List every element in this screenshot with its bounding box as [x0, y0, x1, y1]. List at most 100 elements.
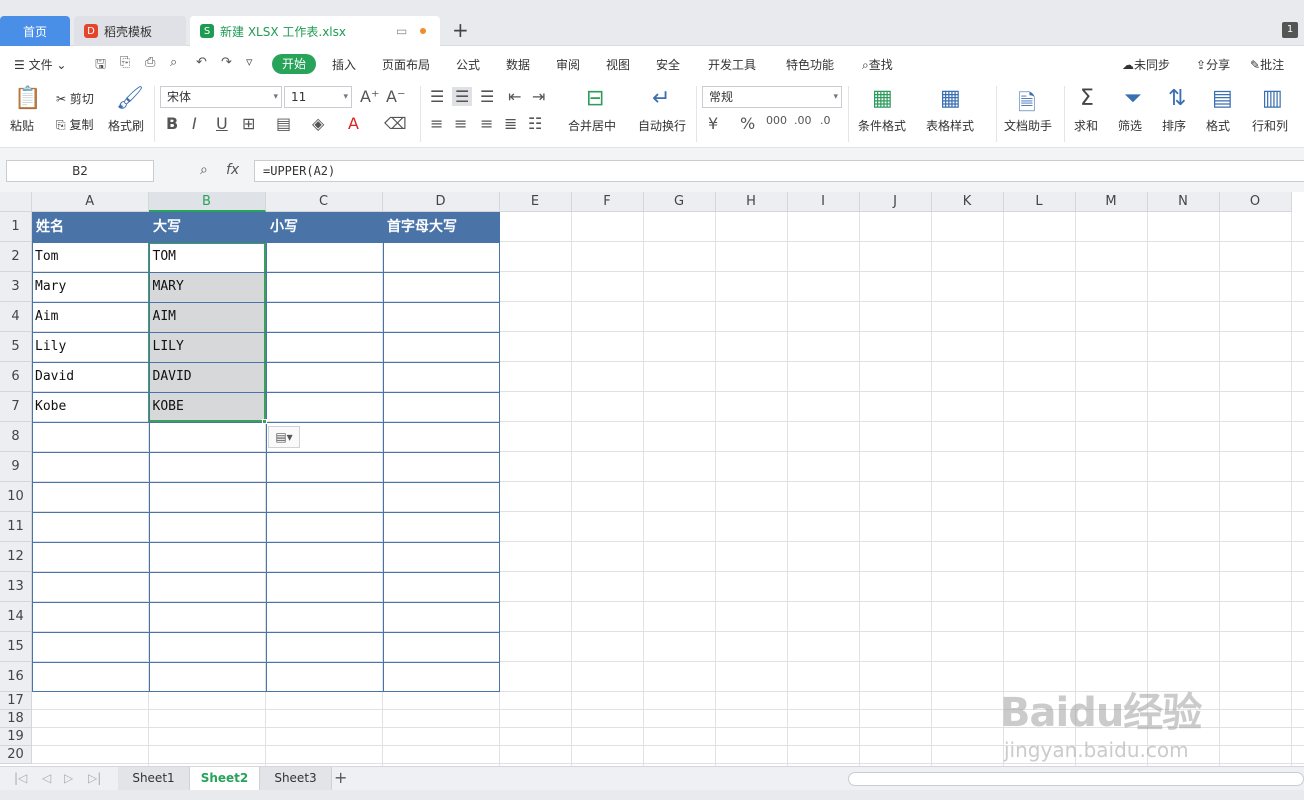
column-header-i[interactable]: I: [787, 192, 860, 212]
row-header-13[interactable]: 13: [0, 572, 32, 602]
horizontal-scrollbar[interactable]: [848, 772, 1304, 786]
conditional-format-button[interactable]: 条件格式: [858, 117, 906, 134]
cell-name[interactable]: Lily: [33, 332, 147, 362]
cell-name[interactable]: Mary: [33, 272, 147, 302]
select-all-corner[interactable]: [0, 192, 32, 212]
add-sheet-icon[interactable]: +: [334, 768, 347, 787]
wrap-button[interactable]: 自动换行: [638, 117, 686, 134]
increase-font-icon[interactable]: A⁺: [360, 87, 379, 106]
sync-button[interactable]: ☁未同步: [1122, 56, 1170, 73]
row-header-7[interactable]: 7: [0, 392, 32, 422]
share-button[interactable]: ⇪分享: [1196, 56, 1230, 73]
column-header-c[interactable]: C: [265, 192, 383, 212]
column-header-k[interactable]: K: [931, 192, 1004, 212]
cell-name[interactable]: Kobe: [33, 392, 147, 422]
print-icon[interactable]: ⎙: [145, 55, 155, 70]
header-cell-name[interactable]: 姓名: [32, 212, 149, 242]
menu-developer[interactable]: 开发工具: [708, 56, 756, 73]
merge-button[interactable]: 合并居中: [568, 117, 616, 134]
fill-handle[interactable]: [262, 419, 267, 424]
menu-view[interactable]: 视图: [606, 56, 630, 73]
row-header-11[interactable]: 11: [0, 512, 32, 542]
formula-input[interactable]: =UPPER(A2): [254, 160, 1304, 182]
tab-home[interactable]: 首页: [0, 16, 70, 46]
menu-search[interactable]: ⌕查找: [862, 56, 893, 73]
header-cell-capitalized[interactable]: 首字母大写: [383, 212, 500, 242]
border-icon[interactable]: ⊞: [242, 114, 255, 133]
font-color-icon[interactable]: A: [348, 114, 359, 133]
column-header-f[interactable]: F: [571, 192, 644, 212]
cell-name[interactable]: Aim: [33, 302, 147, 332]
column-header-a[interactable]: A: [32, 192, 149, 212]
sheet-tab-2[interactable]: Sheet2: [190, 767, 260, 790]
window-icon[interactable]: ▭: [396, 24, 407, 38]
export-icon[interactable]: ⎘: [120, 55, 130, 70]
row-header-14[interactable]: 14: [0, 602, 32, 632]
clear-icon[interactable]: ⌫: [384, 114, 407, 133]
justify-icon[interactable]: ≣: [504, 114, 517, 133]
customize-icon[interactable]: ▿: [246, 55, 253, 70]
menu-file[interactable]: ☰ 文件 ⌄: [14, 56, 66, 73]
prev-sheet-icon[interactable]: ◁: [42, 771, 51, 785]
align-center-icon[interactable]: ≡: [454, 114, 467, 133]
filter-button[interactable]: 筛选: [1118, 117, 1142, 134]
align-right-icon[interactable]: ≡: [480, 114, 493, 133]
underline-icon[interactable]: U: [216, 114, 228, 133]
paste-options-button[interactable]: ▤▾: [268, 426, 300, 448]
row-header-1[interactable]: 1: [0, 212, 32, 242]
name-box[interactable]: B2: [6, 160, 154, 182]
menu-security[interactable]: 安全: [656, 56, 680, 73]
table-style-icon[interactable]: ▦: [940, 86, 961, 111]
bold-icon[interactable]: B: [166, 114, 178, 133]
align-left-icon[interactable]: ≡: [430, 114, 443, 133]
decrease-decimal-icon[interactable]: .0: [820, 114, 831, 127]
fill-color-icon[interactable]: ◈: [312, 114, 324, 133]
cell-name[interactable]: Tom: [33, 242, 147, 272]
zoom-formula-icon[interactable]: ⌕: [200, 162, 208, 178]
font-size-select[interactable]: 11 ▾: [284, 86, 352, 108]
column-header-h[interactable]: H: [715, 192, 788, 212]
thousands-icon[interactable]: 000: [766, 114, 787, 127]
column-header-b[interactable]: B: [148, 192, 266, 212]
row-header-15[interactable]: 15: [0, 632, 32, 662]
indent-increase-icon[interactable]: ⇥: [532, 87, 545, 106]
window-count-badge[interactable]: 1: [1282, 22, 1298, 38]
menu-insert[interactable]: 插入: [332, 56, 356, 73]
redo-icon[interactable]: ↷: [221, 55, 232, 70]
menu-page-layout[interactable]: 页面布局: [382, 56, 430, 73]
row-header-10[interactable]: 10: [0, 482, 32, 512]
fx-icon[interactable]: fx: [226, 162, 239, 178]
cell-upper[interactable]: KOBE: [151, 392, 263, 422]
sort-button[interactable]: 排序: [1162, 117, 1186, 134]
save-icon[interactable]: 🖫: [95, 55, 106, 77]
menu-review[interactable]: 审阅: [556, 56, 580, 73]
distribute-icon[interactable]: ☷: [528, 114, 542, 133]
menu-data[interactable]: 数据: [506, 56, 530, 73]
indent-decrease-icon[interactable]: ⇤: [508, 87, 521, 106]
cell-upper[interactable]: AIM: [151, 302, 263, 332]
cell-name[interactable]: David: [33, 362, 147, 392]
doc-helper-button[interactable]: 文档助手: [1004, 117, 1052, 134]
menu-features[interactable]: 特色功能: [786, 56, 834, 73]
comment-button[interactable]: ✎批注: [1250, 56, 1284, 73]
table-style-button[interactable]: 表格样式: [926, 117, 974, 134]
cut-button[interactable]: ✂ 剪切: [56, 90, 94, 107]
column-header-d[interactable]: D: [382, 192, 500, 212]
italic-icon[interactable]: I: [192, 114, 197, 133]
sort-icon[interactable]: ⇅: [1168, 86, 1186, 111]
column-header-g[interactable]: G: [643, 192, 716, 212]
undo-icon[interactable]: ↶: [196, 55, 207, 70]
row-header-5[interactable]: 5: [0, 332, 32, 362]
sum-button[interactable]: 求和: [1074, 117, 1098, 134]
row-header-2[interactable]: 2: [0, 242, 32, 272]
last-sheet-icon[interactable]: ▷|: [88, 771, 101, 785]
column-header-j[interactable]: J: [859, 192, 932, 212]
column-header-e[interactable]: E: [499, 192, 572, 212]
row-header-16[interactable]: 16: [0, 662, 32, 692]
decrease-font-icon[interactable]: A⁻: [386, 87, 405, 106]
tab-template[interactable]: D 稻壳模板: [74, 16, 186, 46]
column-header-o[interactable]: O: [1219, 192, 1292, 212]
align-bottom-icon[interactable]: ☰: [480, 87, 494, 106]
wrap-icon[interactable]: ↵: [652, 86, 670, 111]
row-header-6[interactable]: 6: [0, 362, 32, 392]
